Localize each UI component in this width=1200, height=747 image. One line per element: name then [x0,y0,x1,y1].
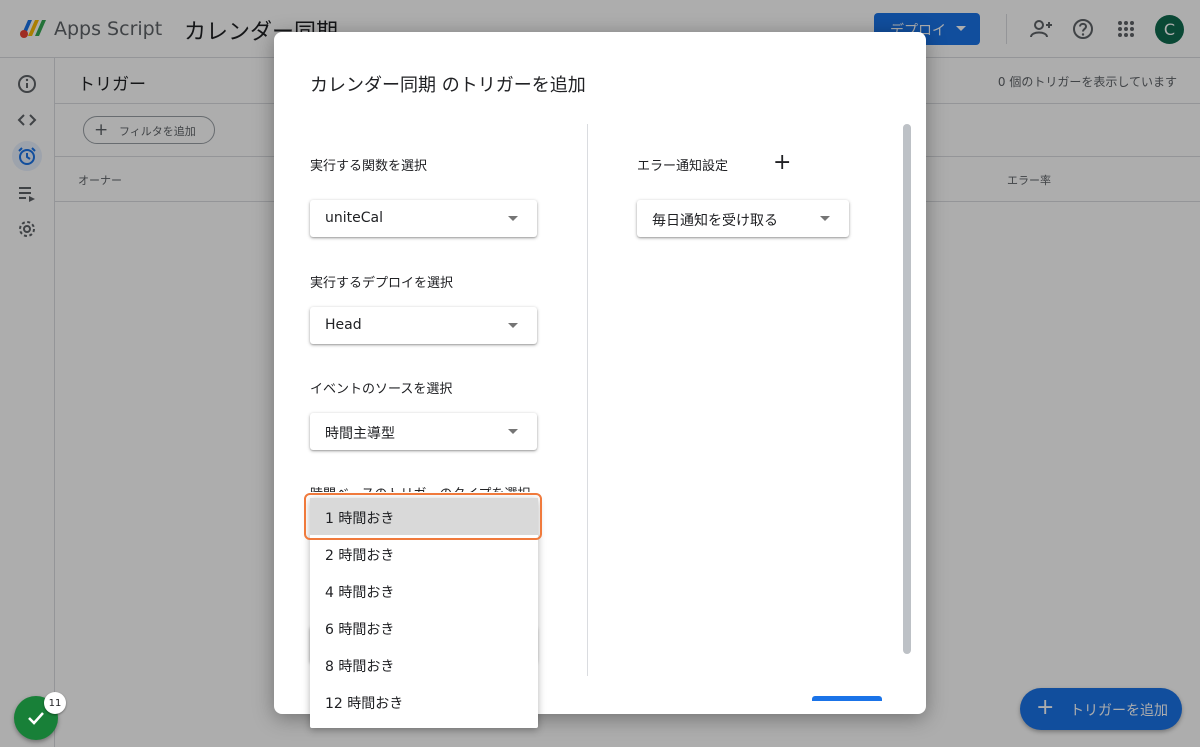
dialog-title: カレンダー同期 のトリガーを追加 [310,75,586,96]
event-source-select[interactable]: 時間主導型 [310,413,537,450]
save-button[interactable] [812,696,882,701]
dropdown-arrow-icon [508,216,518,221]
error-notify-select[interactable]: 毎日通知を受け取る [637,200,849,237]
deploy-select[interactable]: Head [310,307,537,344]
dropdown-arrow-icon [820,216,830,221]
scrollbar[interactable] [902,122,912,702]
event-source-value: 時間主導型 [325,426,395,442]
function-select[interactable]: uniteCal [310,200,537,237]
scrollbar-thumb[interactable] [903,124,911,654]
column-divider [587,124,588,676]
menu-item-label: 2 時間おき [325,548,395,564]
menu-item[interactable]: 12 時間おき [310,683,538,720]
function-label: 実行する関数を選択 [310,159,428,174]
error-notify-value: 毎日通知を受け取る [652,213,778,229]
menu-item[interactable]: 2 時間おき [310,535,538,572]
selection-highlight [304,493,542,540]
dropdown-arrow-icon [508,429,518,434]
menu-item-label: 6 時間おき [325,622,395,638]
error-notify-label: エラー通知設定 [637,159,729,174]
menu-item-label: 12 時間おき [325,696,404,712]
event-source-label: イベントのソースを選択 [310,382,453,397]
menu-item-label: 8 時間おき [325,659,395,675]
menu-item[interactable]: 4 時間おき [310,572,538,609]
menu-item-label: 4 時間おき [325,585,395,601]
deploy-select-label: 実行するデプロイを選択 [310,276,454,291]
deploy-select-value: Head [325,317,362,333]
add-notification-icon[interactable]: + [773,150,791,175]
status-badge: 11 [44,692,66,714]
check-icon [28,712,44,725]
trigger-type-label: 時間ベースのトリガーのタイプを選択 [310,483,530,492]
menu-item[interactable]: 8 時間おき [310,646,538,683]
function-select-value: uniteCal [325,210,383,226]
dropdown-arrow-icon [508,323,518,328]
menu-item[interactable]: 6 時間おき [310,609,538,646]
